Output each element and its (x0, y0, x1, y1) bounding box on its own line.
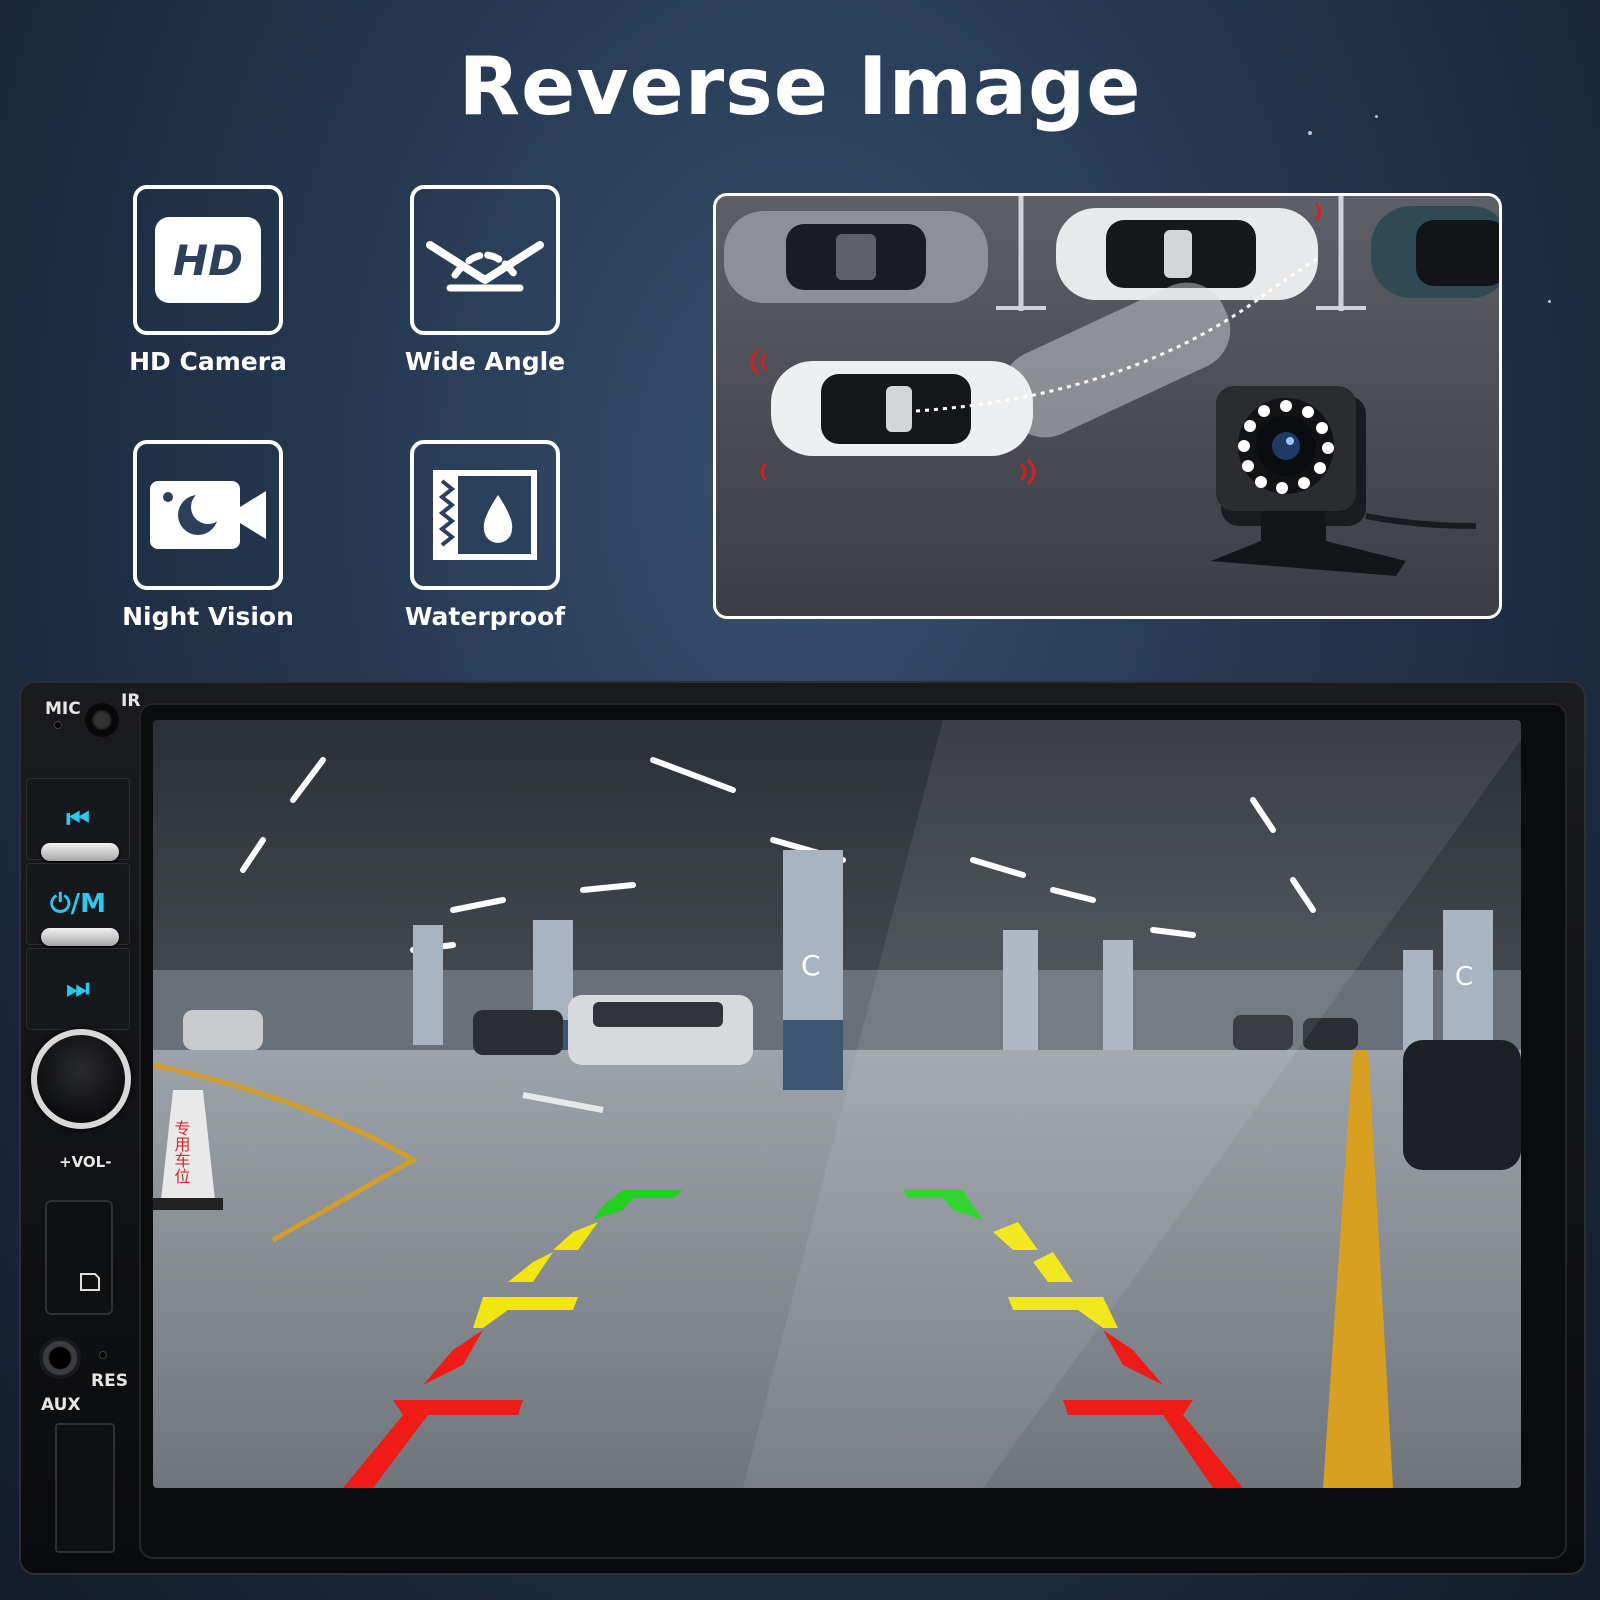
parking-illustration (724, 196, 1499, 576)
wide-angle-icon (426, 241, 544, 292)
svg-text:C: C (1455, 962, 1473, 992)
aux-port[interactable] (39, 1337, 81, 1379)
parking-garage-view: C C 专用车位 (153, 720, 1521, 1488)
rear-camera-display: C C 专用车位 (153, 720, 1521, 1488)
sd-card-icon (80, 1273, 100, 1291)
parked-car (1371, 206, 1499, 298)
control-panel: MIC IR ⏮ ⏻/M ⏭ +VOL- RES AUX (21, 683, 141, 1573)
backup-camera-product (1211, 386, 1477, 576)
feature-label: Wide Angle (404, 347, 566, 376)
volume-label: +VOL- (59, 1153, 112, 1171)
button-bar[interactable] (41, 928, 119, 946)
waterproof-icon (433, 470, 537, 560)
button-bar[interactable] (41, 843, 119, 861)
volume-knob[interactable] (31, 1029, 131, 1129)
feature-hd-camera: HD HD Camera (118, 185, 298, 376)
feature-label: Night Vision (122, 602, 294, 631)
svg-text:HD: HD (173, 236, 243, 285)
res-label: RES (91, 1371, 128, 1391)
feature-night-vision: Night Vision (118, 440, 298, 631)
feature-wide-angle: Wide Angle (395, 185, 575, 376)
feature-icon-frame: HD (133, 185, 283, 335)
mic-hole (54, 721, 62, 729)
power-mode-label: ⏻/M (50, 888, 106, 919)
usb-port[interactable] (55, 1423, 115, 1553)
star (1548, 300, 1551, 303)
ir-sensor (85, 703, 119, 737)
feature-waterproof: Waterproof (395, 440, 575, 631)
parking-scene-image (713, 193, 1502, 619)
reset-hole[interactable] (99, 1351, 107, 1359)
feature-icon-frame (410, 440, 560, 590)
car-stereo-head-unit: MIC IR ⏮ ⏻/M ⏭ +VOL- RES AUX C C 专用车位 (19, 681, 1586, 1575)
aux-label: AUX (41, 1395, 81, 1415)
skip-forward-icon: ⏭ (66, 973, 90, 1004)
page-title: Reverse Image (458, 40, 1142, 133)
skip-back-icon: ⏮ (66, 803, 90, 834)
reversing-car (771, 361, 1033, 456)
next-track-button[interactable]: ⏭ (26, 948, 130, 1030)
mic-label: MIC (45, 699, 81, 719)
svg-text:C: C (801, 949, 821, 982)
parked-car (724, 211, 988, 303)
svg-text:专用车位: 专用车位 (172, 1120, 191, 1184)
ir-label: IR (121, 691, 141, 711)
night-vision-camera-icon (150, 481, 266, 549)
feature-label: Waterproof (404, 602, 566, 631)
sd-card-slot[interactable] (45, 1200, 113, 1315)
hd-icon: HD (155, 217, 261, 303)
feature-label: HD Camera (129, 347, 287, 376)
feature-icon-frame (410, 185, 560, 335)
feature-icon-frame (133, 440, 283, 590)
